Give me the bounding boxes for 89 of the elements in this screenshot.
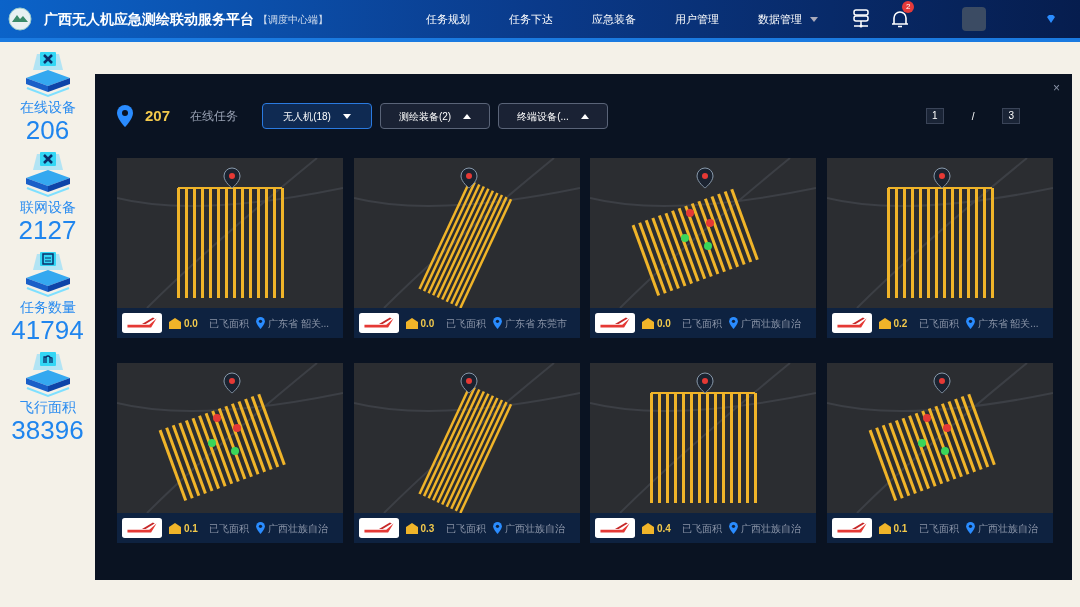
flight-map-drawing[interactable] [826, 158, 1053, 308]
stat-label: 飞行面积 [19, 398, 76, 416]
area-value: 0.1 [893, 521, 909, 536]
logo-icon [8, 7, 32, 31]
flight-map-drawing[interactable] [590, 363, 816, 513]
filter-dropdown[interactable]: 终端设备(... [498, 103, 609, 129]
brand-logo-icon [595, 518, 635, 538]
brand-logo-icon [358, 313, 399, 333]
area-value: 0.2 [893, 316, 909, 331]
diamond-icon [1046, 14, 1056, 24]
bell-icon[interactable] [890, 9, 910, 29]
location-pin-icon [729, 317, 738, 329]
stat-label: 在线设备 [19, 98, 76, 116]
nav-link[interactable]: 任务下达 [509, 10, 553, 28]
location-pin-icon [256, 317, 265, 329]
flight-map-drawing[interactable] [826, 363, 1053, 513]
flight-map-drawing[interactable] [117, 363, 343, 513]
area-value: 0.1 [184, 521, 199, 536]
stat-label: 联网设备 [19, 198, 76, 216]
brand-logo-icon [831, 518, 872, 538]
km-icon [405, 317, 418, 329]
stat-value: 2127 [18, 216, 77, 244]
nav-link[interactable]: 用户管理 [675, 10, 719, 28]
close-button[interactable]: × [1053, 82, 1060, 94]
caret-icon [463, 113, 472, 119]
nav-link[interactable]: 应急装备 [592, 10, 636, 28]
area-label: 已飞面积 [445, 316, 486, 331]
area-label: 已飞面积 [209, 521, 249, 536]
location-pin-icon [729, 522, 738, 534]
page-total[interactable]: 3 [1002, 108, 1020, 124]
km-icon [642, 522, 654, 534]
brand-logo-icon [358, 518, 399, 538]
nav-link[interactable]: 数据管理 [758, 10, 818, 28]
location-text: 广东省 东莞市 [504, 316, 568, 331]
km-icon [642, 317, 654, 329]
server-icon[interactable] [852, 9, 870, 29]
location-text: 广西壮族自治 [977, 521, 1038, 536]
km-icon [878, 522, 891, 534]
app-title: 广西无人机应急测绘联动服务平台 [44, 9, 254, 29]
flight-map-drawing[interactable] [117, 158, 343, 308]
km-icon [169, 522, 181, 534]
task-count-label: 在线任务 [190, 108, 239, 125]
km-icon [169, 317, 181, 329]
brand-logo-icon [831, 313, 872, 333]
km-icon [405, 522, 418, 534]
km-icon [878, 317, 891, 329]
nav-link[interactable]: 任务规划 [426, 10, 470, 28]
brand-logo-icon [122, 313, 162, 333]
area-label: 已飞面积 [918, 316, 959, 331]
flight-map-drawing[interactable] [353, 158, 580, 308]
flight-map-drawing[interactable] [353, 363, 580, 513]
location-pin-icon [117, 105, 133, 127]
location-pin-icon [492, 522, 502, 534]
area-value: 0.0 [184, 316, 199, 331]
location-text: 广西壮族自治 [504, 521, 565, 536]
location-text: 广东省 韶关... [268, 316, 330, 331]
location-text: 广西壮族自治 [741, 521, 801, 536]
location-pin-icon [965, 317, 975, 329]
area-label: 已飞面积 [682, 521, 722, 536]
stat-value: 38396 [11, 416, 84, 444]
task-count: 207 [145, 105, 171, 126]
area-label: 已飞面积 [445, 521, 486, 536]
area-label: 已飞面积 [918, 521, 959, 536]
flight-map-drawing[interactable] [590, 158, 816, 308]
caret-icon [342, 113, 351, 119]
caret-icon [580, 113, 589, 119]
area-value: 0.0 [420, 316, 436, 331]
area-label: 已飞面积 [682, 316, 722, 331]
filter-dropdown[interactable]: 测绘装备(2) [380, 103, 491, 129]
location-pin-icon [492, 317, 502, 329]
page-number[interactable]: 1 [926, 108, 944, 124]
area-value: 0.4 [657, 521, 672, 536]
filter-dropdown[interactable]: 无人机(18) [262, 103, 373, 129]
stat-label: 任务数量 [19, 298, 76, 316]
location-text: 广西壮族自治 [268, 521, 328, 536]
stat-value: 41794 [11, 316, 84, 344]
stat-value: 206 [25, 116, 70, 144]
area-value: 0.0 [657, 316, 672, 331]
area-value: 0.3 [420, 521, 436, 536]
location-pin-icon [256, 522, 265, 534]
notification-badge: 2 [902, 1, 915, 13]
app-subtitle: 【调度中心端】 [258, 12, 328, 27]
brand-logo-icon [122, 518, 162, 538]
area-label: 已飞面积 [209, 316, 249, 331]
page-separator: / [970, 109, 976, 124]
location-text: 广西壮族自治 [741, 316, 801, 331]
location-pin-icon [965, 522, 975, 534]
brand-logo-icon [595, 313, 635, 333]
location-text: 广东省 韶关... [977, 316, 1039, 331]
